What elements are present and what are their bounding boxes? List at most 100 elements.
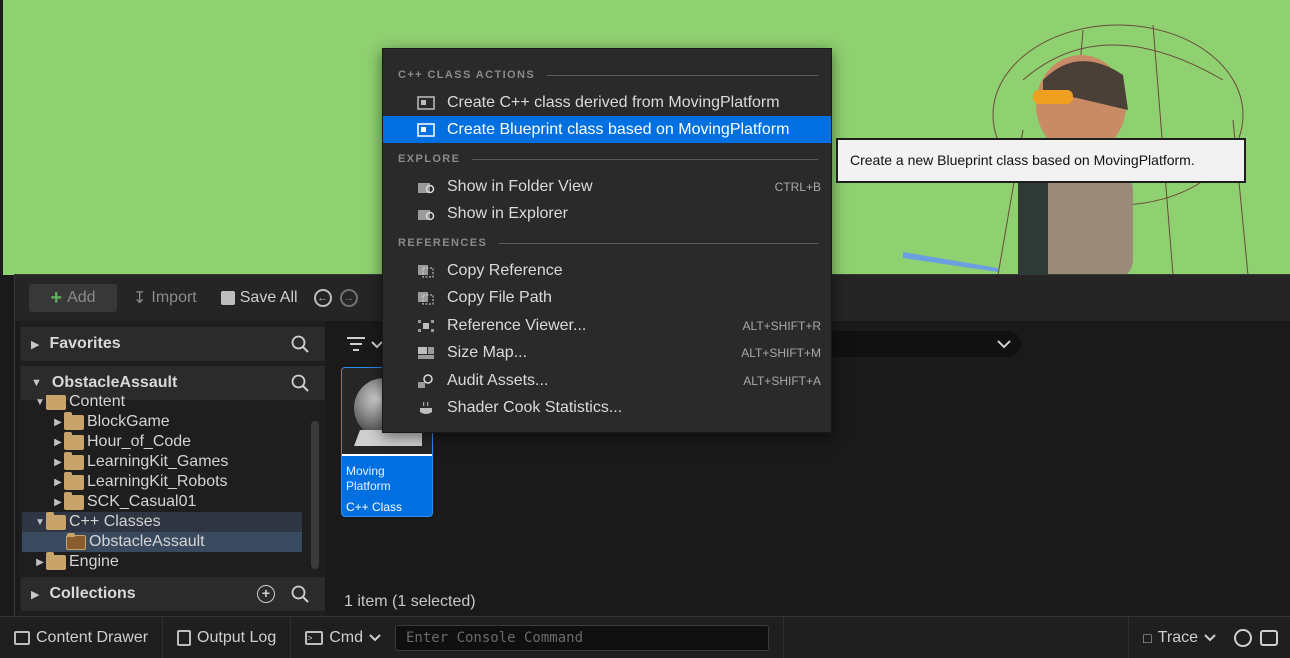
tree-item-learningkit-robots[interactable]: ▶ LearningKit_Robots <box>52 471 304 492</box>
cpp-class-icon <box>417 95 435 110</box>
folder-icon <box>64 491 84 510</box>
menu-item-label: Audit Assets... <box>447 371 549 389</box>
folder-icon <box>64 451 84 470</box>
tree-item-label: LearningKit_Robots <box>87 473 228 490</box>
import-button[interactable]: ↧ Import <box>125 284 205 312</box>
asset-type: C++ Class <box>346 500 403 514</box>
menu-item-audit-assets[interactable]: Audit Assets... ALT+SHIFT+A <box>383 367 831 394</box>
output-log-button[interactable]: Output Log <box>163 616 292 658</box>
tree-item-sck-casual01[interactable]: ▶ SCK_Casual01 <box>52 491 304 512</box>
cooking-pot-icon <box>420 401 432 414</box>
favorites-header[interactable]: ▶ Favorites <box>21 327 325 361</box>
search-icon[interactable] <box>291 585 309 603</box>
folder-open-icon <box>46 511 66 530</box>
content-drawer-icon <box>14 630 30 645</box>
collapsed-arrow-icon: ▶ <box>54 436 62 448</box>
add-button[interactable]: + Add <box>29 284 117 312</box>
save-all-button[interactable]: Save All <box>213 284 306 312</box>
search-icon[interactable] <box>291 374 309 392</box>
folder-search-icon <box>418 182 435 193</box>
section-label: EXPLORE <box>398 153 461 165</box>
section-cpp-class-actions: C++ CLASS ACTIONS <box>398 68 818 82</box>
cpp-folder-icon <box>66 532 86 550</box>
menu-item-create-cpp-class[interactable]: Create C++ class derived from MovingPlat… <box>383 89 831 116</box>
tree-item-cpp-classes[interactable]: ▼ C++ Classes <box>22 511 302 532</box>
trace-icon: □ <box>1143 629 1152 646</box>
menu-item-label: Shader Cook Statistics... <box>447 398 623 416</box>
menu-item-label: Create C++ class derived from MovingPlat… <box>447 93 780 111</box>
cmd-label: Cmd <box>329 628 363 646</box>
collapsed-arrow-icon: ▶ <box>36 556 44 568</box>
tree-item-obstacleassault[interactable]: ObstacleAssault <box>22 532 302 552</box>
trace-dropdown[interactable]: □ Trace <box>1128 616 1230 658</box>
section-references: REFERENCES <box>398 236 818 250</box>
menu-item-size-map[interactable]: Size Map... ALT+SHIFT+M <box>383 339 831 366</box>
output-log-icon <box>177 629 192 646</box>
chevron-down-icon <box>1204 633 1216 641</box>
favorites-label: Favorites <box>49 335 121 352</box>
menu-item-shortcut: ALT+SHIFT+A <box>743 373 821 388</box>
menu-item-reference-viewer[interactable]: Reference Viewer... ALT+SHIFT+R <box>383 312 831 339</box>
collapsed-arrow-icon: ▶ <box>54 476 62 488</box>
size-map-icon <box>418 346 434 359</box>
folder-search-icon <box>418 209 435 220</box>
back-arrow-icon[interactable]: ← <box>313 289 332 307</box>
menu-item-label: Copy Reference <box>447 261 563 279</box>
output-log-label: Output Log <box>197 628 277 646</box>
tree-item-learningkit-games[interactable]: ▶ LearningKit_Games <box>52 451 304 472</box>
tree-item-label: C++ Classes <box>69 513 161 530</box>
menu-item-shader-cook-statistics[interactable]: Shader Cook Statistics... <box>383 394 831 421</box>
camera-icon <box>1260 629 1278 646</box>
menu-item-show-in-folder-view[interactable]: Show in Folder View CTRL+B <box>383 173 831 200</box>
menu-item-copy-reference[interactable]: Copy Reference <box>383 257 831 284</box>
status-text: 1 item (1 selected) <box>344 593 476 610</box>
menu-item-copy-file-path[interactable]: Copy File Path <box>383 284 831 311</box>
menu-item-shortcut: ALT+SHIFT+M <box>741 345 821 360</box>
menu-item-create-blueprint-class[interactable]: Create Blueprint class based on MovingPl… <box>383 116 831 143</box>
menu-item-show-in-explorer[interactable]: Show in Explorer <box>383 200 831 227</box>
menu-item-label: Size Map... <box>447 343 528 361</box>
asset-search-input[interactable] <box>801 331 1021 357</box>
menu-item-label: Copy File Path <box>447 288 552 306</box>
trace-label: Trace <box>1157 628 1198 646</box>
copy-icon <box>418 291 434 304</box>
forward-arrow-icon[interactable]: → <box>339 289 358 307</box>
filter-icon[interactable] <box>345 333 385 355</box>
folder-icon <box>46 551 66 570</box>
snapshot-button[interactable] <box>1256 617 1290 658</box>
status-bar: Content Drawer Output Log > Cmd Enter Co… <box>0 616 1290 658</box>
chevron-down-icon <box>369 633 381 641</box>
add-collection-icon[interactable]: + <box>257 585 275 603</box>
folder-open-icon <box>46 395 66 410</box>
tree-item-label: Engine <box>69 553 119 570</box>
console-command-input[interactable]: Enter Console Command <box>395 624 769 651</box>
menu-item-label: Show in Explorer <box>447 204 568 222</box>
chevron-down-icon <box>997 340 1011 349</box>
collapsed-arrow-icon: ▶ <box>54 456 62 468</box>
tree-item-content[interactable]: ▼ Content <box>34 395 304 412</box>
search-icon[interactable] <box>291 335 309 353</box>
record-button[interactable] <box>1230 617 1256 658</box>
tree-item-hour-of-code[interactable]: ▶ Hour_of_Code <box>52 431 304 452</box>
cmd-dropdown[interactable]: > Cmd <box>291 617 381 658</box>
blueprint-class-icon <box>417 122 435 137</box>
audit-icon <box>418 373 433 388</box>
folder-icon <box>64 471 84 490</box>
section-explore: EXPLORE <box>398 152 818 166</box>
folder-icon <box>64 411 84 430</box>
section-label: REFERENCES <box>398 237 488 249</box>
tree-item-label: ObstacleAssault <box>89 533 205 550</box>
asset-name: Moving Platform <box>346 464 391 493</box>
tree-item-engine[interactable]: ▶ Engine <box>34 551 304 571</box>
project-label: ObstacleAssault <box>51 374 178 391</box>
expanded-arrow-icon: ▼ <box>35 516 45 528</box>
tree-item-label: LearningKit_Games <box>87 453 229 470</box>
expanded-arrow-icon: ▼ <box>35 396 45 408</box>
content-drawer-button[interactable]: Content Drawer <box>0 616 164 658</box>
record-icon <box>1234 628 1252 647</box>
tree-scrollbar[interactable] <box>311 421 319 569</box>
collections-header[interactable]: ▶ Collections + <box>21 577 325 611</box>
tree-item-blockgame[interactable]: ▶ BlockGame <box>52 411 304 432</box>
save-all-label: Save All <box>239 289 298 306</box>
terminal-icon: > <box>305 630 324 645</box>
